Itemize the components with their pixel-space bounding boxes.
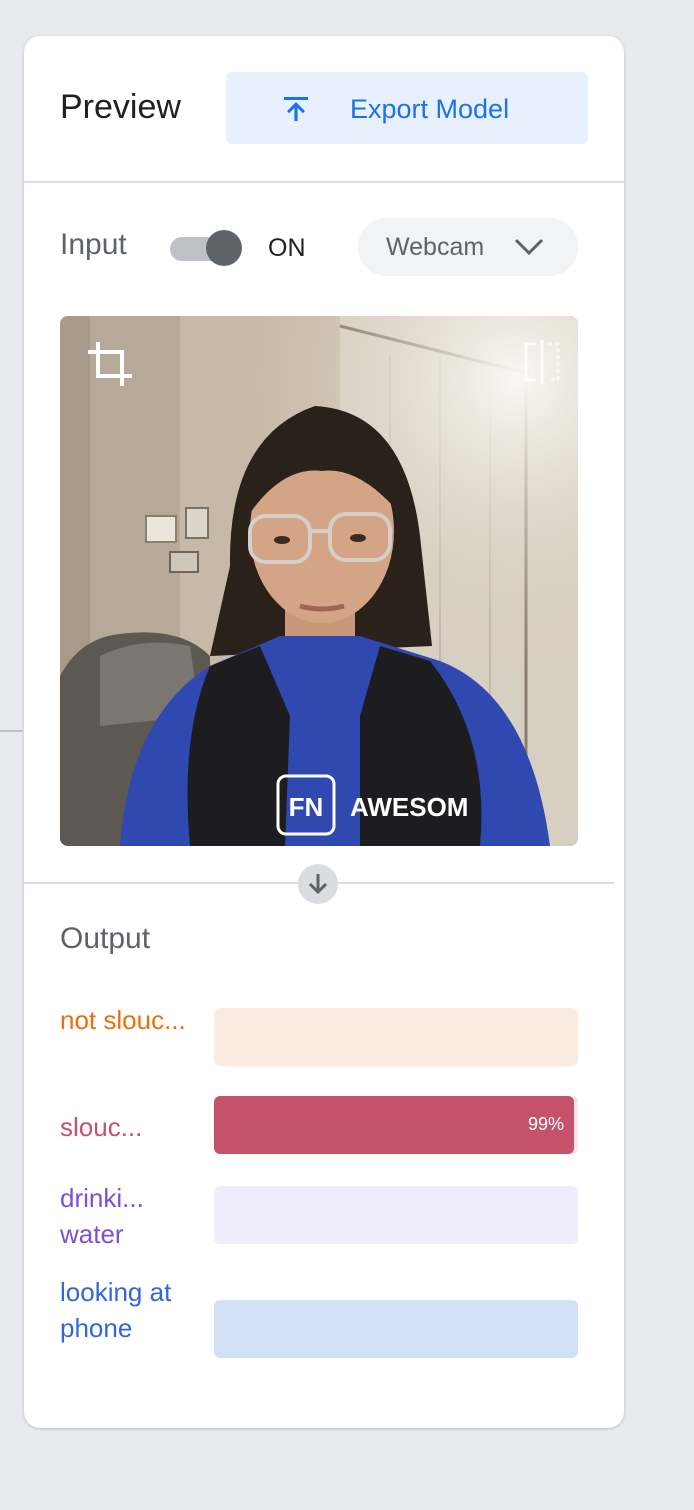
toggle-state-label: ON bbox=[268, 234, 306, 262]
connector-line bbox=[0, 730, 22, 732]
upload-arrow-icon bbox=[284, 97, 308, 121]
shirt-text: AWESOM bbox=[350, 792, 468, 822]
export-model-button[interactable]: Export Model bbox=[226, 72, 588, 144]
class-label-drinking-water: drinki... water bbox=[60, 1183, 144, 1249]
class-label-looking-at-phone: looking at phone bbox=[60, 1277, 172, 1343]
confidence-bar-looking-at-phone bbox=[214, 1300, 578, 1358]
crop-icon[interactable] bbox=[84, 338, 136, 390]
confidence-bar-not-slouching bbox=[214, 1008, 578, 1066]
input-toggle[interactable] bbox=[170, 230, 242, 268]
class-label-not-slouching: not slouc... bbox=[60, 1005, 186, 1035]
shirt-badge-text: FN bbox=[289, 792, 324, 822]
arrow-down-icon bbox=[308, 874, 328, 895]
webcam-image: FN AWESOM bbox=[60, 316, 578, 846]
input-source-value: Webcam bbox=[386, 233, 485, 261]
export-model-label: Export Model bbox=[350, 94, 510, 124]
chevron-down-icon bbox=[514, 238, 544, 256]
input-source-dropdown[interactable]: Webcam bbox=[358, 218, 578, 276]
webcam-feed: FN AWESOM bbox=[60, 316, 578, 846]
flow-arrow bbox=[298, 864, 338, 904]
confidence-bar-slouching: 99% bbox=[214, 1096, 578, 1154]
confidence-fill bbox=[214, 1096, 575, 1154]
preview-panel: Preview Export Model Input ON Webcam FN … bbox=[24, 36, 624, 1428]
flip-horizontal-icon[interactable] bbox=[522, 340, 562, 384]
preview-title: Preview bbox=[60, 88, 181, 126]
output-title: Output bbox=[60, 922, 151, 955]
confidence-bar-drinking-water bbox=[214, 1186, 578, 1244]
confidence-value: 99% bbox=[527, 1114, 564, 1134]
preview-header: Preview Export Model bbox=[24, 36, 624, 183]
input-label: Input bbox=[60, 228, 127, 261]
class-label-slouching: slouc... bbox=[60, 1112, 143, 1142]
toggle-knob bbox=[206, 230, 242, 266]
